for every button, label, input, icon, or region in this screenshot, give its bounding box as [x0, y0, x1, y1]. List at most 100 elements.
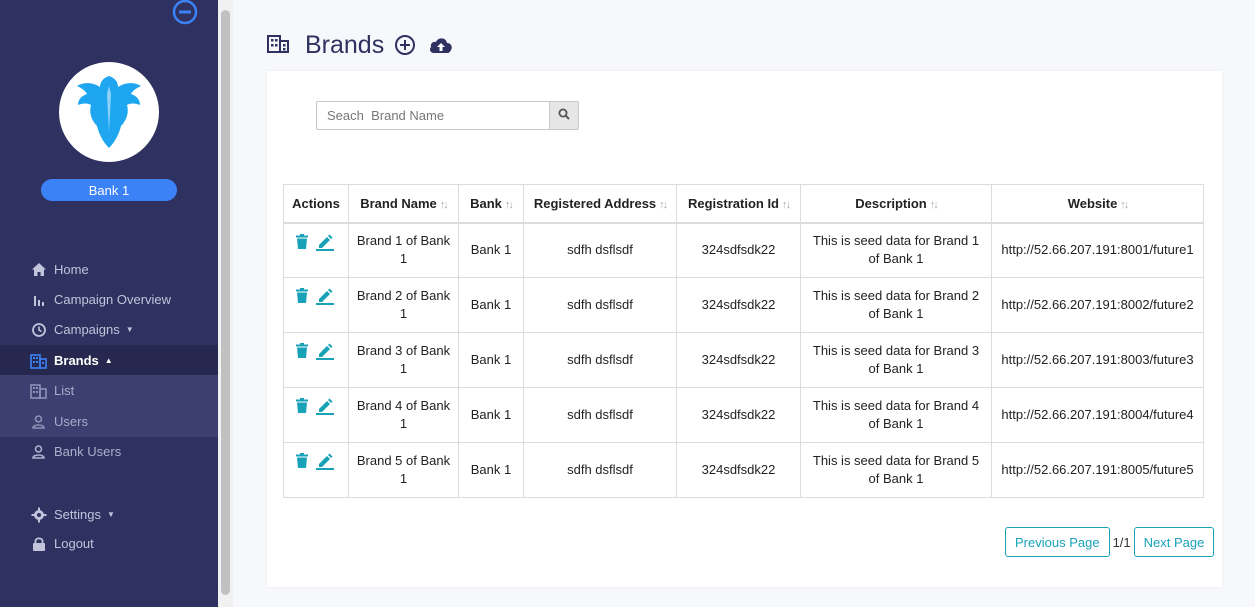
building-icon: [30, 382, 47, 399]
page-count: 1/1: [1112, 534, 1131, 550]
brand-name-cell: Brand 5 of Bank 1: [348, 442, 459, 498]
caret-up-icon: ▲: [104, 356, 113, 365]
delete-icon[interactable]: [296, 288, 308, 303]
column-header-description[interactable]: Description ↑↓: [800, 184, 992, 224]
cloud-upload-icon[interactable]: [428, 35, 454, 55]
table-row: Brand 3 of Bank 1 Bank 1 sdfh dsflsdf 32…: [283, 332, 1204, 388]
sidebar-item-brands[interactable]: Brands ▲: [0, 345, 218, 376]
table-header-row: Actions Brand Name ↑↓ Bank ↑↓ Registered A…: [283, 184, 1204, 224]
actions-cell: [283, 277, 349, 333]
collapse-sidebar-icon[interactable]: [172, 0, 198, 26]
edit-icon[interactable]: [315, 288, 334, 305]
delete-icon[interactable]: [296, 453, 308, 468]
registered-address-cell: sdfh dsflsdf: [523, 387, 677, 443]
registered-address-cell: sdfh dsflsdf: [523, 442, 677, 498]
sort-icon[interactable]: ↑↓: [505, 199, 514, 211]
sidebar-item-campaigns[interactable]: Campaigns ▼: [0, 314, 218, 345]
registered-address-cell: sdfh dsflsdf: [523, 277, 677, 333]
delete-icon[interactable]: [296, 343, 308, 358]
sidebar-item-settings[interactable]: Settings ▼: [0, 499, 218, 530]
edit-icon[interactable]: [315, 453, 334, 470]
bank-cell: Bank 1: [458, 442, 524, 498]
brand-name-cell: Brand 1 of Bank 1: [348, 222, 459, 278]
sidebar-item-campaign-overview[interactable]: Campaign Overview: [0, 284, 218, 315]
website-cell: http://52.66.207.191:8005/future5: [991, 442, 1204, 498]
sort-icon[interactable]: ↑↓: [659, 199, 668, 211]
search-button[interactable]: [549, 101, 579, 130]
page-title: Brands: [305, 30, 385, 59]
search-bar: [316, 101, 579, 130]
previous-page-button[interactable]: Previous Page: [1005, 527, 1110, 557]
bank-cell: Bank 1: [458, 332, 524, 388]
column-header-registration-id[interactable]: Registration Id ↑↓: [676, 184, 801, 224]
home-icon: [30, 261, 47, 278]
description-cell: This is seed data for Brand 4 of Bank 1: [800, 387, 992, 443]
edit-icon[interactable]: [315, 398, 334, 415]
gear-icon: [30, 506, 47, 523]
table-row: Brand 2 of Bank 1 Bank 1 sdfh dsflsdf 32…: [283, 277, 1204, 333]
registration-id-cell: 324sdfsdk22: [676, 277, 801, 333]
description-cell: This is seed data for Brand 3 of Bank 1: [800, 332, 992, 388]
sidebar-item-label: Users: [54, 414, 88, 429]
sidebar-item-label: Logout: [54, 536, 94, 551]
page-header: Brands: [267, 28, 466, 62]
registration-id-cell: 324sdfsdk22: [676, 222, 801, 278]
actions-cell: [283, 332, 349, 388]
website-cell: http://52.66.207.191:8002/future2: [991, 277, 1204, 333]
description-cell: This is seed data for Brand 2 of Bank 1: [800, 277, 992, 333]
description-cell: This is seed data for Brand 5 of Bank 1: [800, 442, 992, 498]
brands-table: Actions Brand Name ↑↓ Bank ↑↓ Registered A…: [283, 184, 1204, 498]
registration-id-cell: 324sdfsdk22: [676, 442, 801, 498]
bank-cell: Bank 1: [458, 387, 524, 443]
sidebar-item-logout[interactable]: Logout: [0, 528, 218, 559]
sort-icon[interactable]: ↑↓: [930, 199, 939, 211]
sidebar-item-label: List: [54, 383, 75, 398]
registered-address-cell: sdfh dsflsdf: [523, 332, 677, 388]
lock-icon: [30, 535, 47, 552]
column-header-brand-name[interactable]: Brand Name ↑↓: [348, 184, 459, 224]
registration-id-cell: 324sdfsdk22: [676, 332, 801, 388]
sidebar-item-list[interactable]: List: [0, 375, 218, 406]
registered-address-cell: sdfh dsflsdf: [523, 222, 677, 278]
table-row: Brand 1 of Bank 1 Bank 1 sdfh dsflsdf 32…: [283, 222, 1204, 278]
caret-down-icon: ▼: [106, 510, 115, 519]
brands-card: Actions Brand Name↑↓ Bank↑↓ Registered A…: [267, 71, 1222, 587]
add-brand-icon[interactable]: [394, 34, 416, 56]
sort-icon[interactable]: ↑↓: [1120, 199, 1129, 211]
actions-cell: [283, 442, 349, 498]
actions-cell: [283, 387, 349, 443]
sidebar-item-label: Brands: [54, 353, 99, 368]
column-header-actions: Actions: [283, 184, 349, 224]
website-cell: http://52.66.207.191:8003/future3: [991, 332, 1204, 388]
edit-icon[interactable]: [315, 234, 334, 251]
sidebar-item-label: Home: [54, 262, 89, 277]
delete-icon[interactable]: [296, 398, 308, 413]
actions-cell: [283, 222, 349, 278]
sidebar-item-home[interactable]: Home: [0, 254, 218, 285]
caret-down-icon: ▼: [125, 325, 134, 334]
column-header-bank[interactable]: Bank ↑↓: [458, 184, 524, 224]
search-icon: [558, 107, 570, 125]
pagination: Previous Page 1/1 Next Page: [1005, 527, 1215, 557]
sort-icon[interactable]: ↑↓: [782, 199, 791, 211]
website-cell: http://52.66.207.191:8004/future4: [991, 387, 1204, 443]
edit-icon[interactable]: [315, 343, 334, 360]
registration-id-cell: 324sdfsdk22: [676, 387, 801, 443]
search-input[interactable]: [316, 101, 549, 130]
next-page-button[interactable]: Next Page: [1133, 527, 1215, 557]
building-icon: [30, 352, 47, 369]
sidebar: Bank 1 Home Campaign Overview Campaigns …: [0, 0, 218, 607]
sidebar-item-bank-users[interactable]: Bank Users: [0, 436, 218, 467]
bank-logo: [59, 62, 159, 162]
sort-icon[interactable]: ↑↓: [440, 199, 449, 211]
sidebar-item-label: Campaigns: [54, 322, 120, 337]
delete-icon[interactable]: [296, 233, 308, 249]
bank-badge[interactable]: Bank 1: [41, 179, 177, 201]
brand-name-cell: Brand 2 of Bank 1: [348, 277, 459, 333]
column-header-website[interactable]: Website ↑↓: [991, 184, 1204, 224]
sidebar-scrollbar-thumb[interactable]: [221, 10, 230, 595]
column-header-registered-address[interactable]: Registered Address ↑↓: [523, 184, 677, 224]
bar-chart-icon: [30, 291, 47, 308]
sidebar-item-users[interactable]: Users: [0, 406, 218, 437]
sidebar-item-label: Campaign Overview: [54, 292, 172, 307]
